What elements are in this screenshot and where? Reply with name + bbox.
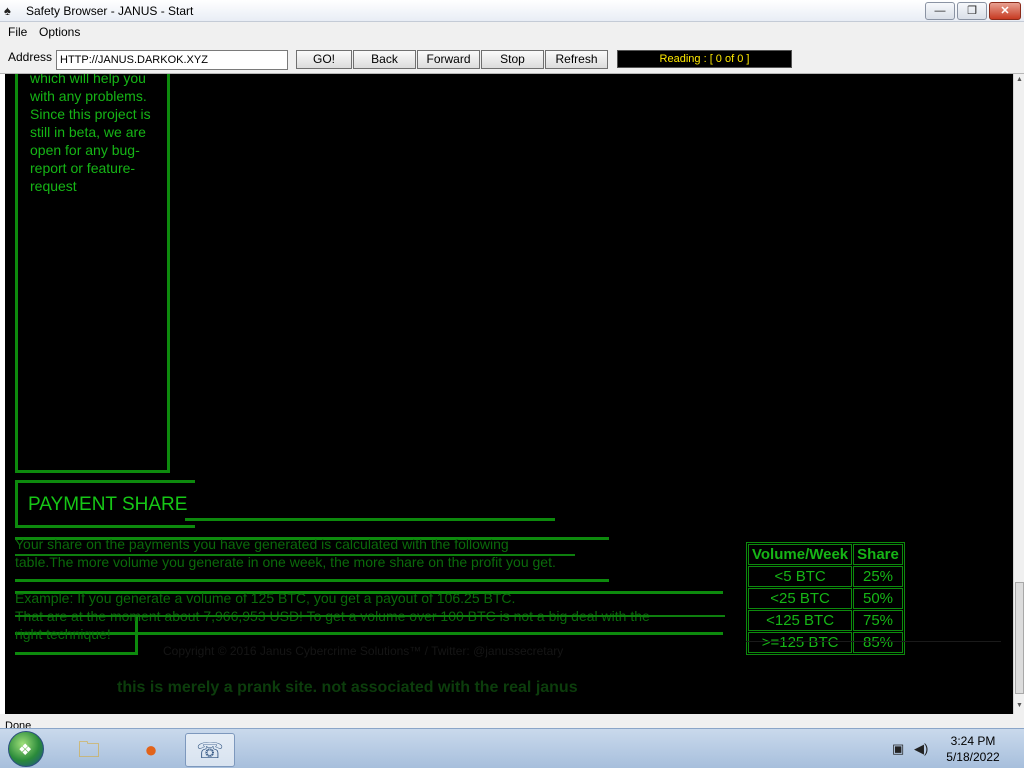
table-cell: >=125 BTC [748,632,853,653]
window-title: Safety Browser - JANUS - Start [26,4,194,18]
table-cell: <5 BTC [748,566,853,587]
title-bar: ♠ Safety Browser - JANUS - Start — ❐ ✕ [0,0,1024,22]
clock-time: 3:24 PM [950,734,996,748]
back-button[interactable]: Back [353,50,416,69]
strike-line [15,554,575,556]
go-button[interactable]: GO! [296,50,352,69]
address-input[interactable]: HTTP://JANUS.DARKOK.XYZ [56,50,288,70]
close-button[interactable]: ✕ [989,2,1021,20]
table-cell: <125 BTC [748,610,853,631]
stop-button[interactable]: Stop [481,50,544,69]
forward-button[interactable]: Forward [417,50,480,69]
page-viewport[interactable]: which will help you with any problems. S… [5,74,1013,714]
section-divider [185,518,555,521]
table-row: <125 BTC 75% [748,610,903,631]
copyright-text: Copyright © 2016 Janus Cybercrime Soluti… [163,644,564,658]
share-table: Volume/Week Share <5 BTC 25% <25 BTC 50%… [746,542,905,655]
spade-icon: ♠ [4,3,11,18]
example-paragraph-line: Example: If you generate a volume of 125… [15,590,516,606]
table-row: >=125 BTC 85% [748,632,903,653]
table-header-row: Volume/Week Share [748,544,903,565]
table-cell: 25% [853,566,903,587]
section-divider [15,579,609,582]
clock-date: 5/18/2022 [946,750,1000,764]
payment-share-title: PAYMENT SHARE [28,494,188,515]
table-cell: 50% [853,588,903,609]
address-label: Address : [8,50,59,64]
table-cell: <25 BTC [748,588,853,609]
section-divider [15,652,138,655]
menu-options[interactable]: Options [39,25,80,39]
menu-bar: File Options [0,22,1024,42]
network-icon[interactable]: ▣ [892,741,904,757]
menu-file[interactable]: File [8,25,27,39]
status-bar: Done [0,714,1024,732]
sidebar-box: which will help you with any problems. S… [15,74,170,473]
table-row: <5 BTC 25% [748,566,903,587]
table-header: Volume/Week [748,544,853,565]
example-paragraph-line: right technique! [15,626,111,642]
safety-browser-icon[interactable]: ☏ [185,733,235,767]
table-header: Share [853,544,903,565]
section-divider [15,632,723,635]
refresh-button[interactable]: Refresh [545,50,608,69]
scroll-down-arrow-icon[interactable]: ▼ [1015,702,1024,712]
minimize-button[interactable]: — [925,2,955,20]
explorer-folder-icon[interactable]: 🗀 [64,733,114,767]
scroll-up-arrow-icon[interactable]: ▲ [1015,76,1024,86]
reading-indicator: Reading : [ 0 of 0 ] [617,50,792,68]
address-toolbar: Address : HTTP://JANUS.DARKOK.XYZ GO! Ba… [0,42,1024,74]
windows-start-icon[interactable]: ❖ [8,731,44,767]
table-cell: 75% [853,610,903,631]
firefox-icon[interactable]: ● [126,733,176,767]
strike-line [15,615,725,617]
clock[interactable]: 3:24 PM 5/18/2022 [936,733,1010,765]
prank-notice: this is merely a prank site. not associa… [117,679,578,696]
taskbar: ❖ 🗀 ● ☏ ▣ ◀) 3:24 PM 5/18/2022 [0,728,1024,768]
footer-divider [746,641,1001,642]
payment-paragraph-line: Your share on the payments you have gene… [15,536,509,552]
scrollbar-thumb[interactable] [1015,582,1024,694]
table-row: <25 BTC 50% [748,588,903,609]
sidebar-text: which will help you with any problems. S… [30,74,151,194]
volume-icon[interactable]: ◀) [914,741,928,757]
table-cell: 85% [853,632,903,653]
vertical-scrollbar[interactable]: ▲ ▼ [1013,74,1024,714]
maximize-button[interactable]: ❐ [957,2,987,20]
